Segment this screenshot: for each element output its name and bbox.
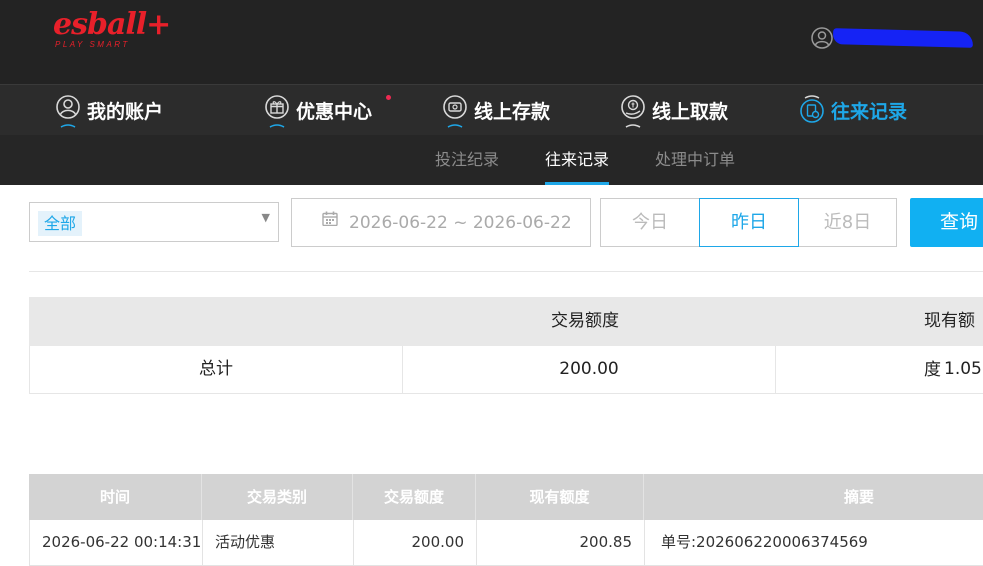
user-icon[interactable]	[811, 27, 833, 49]
gift-icon	[265, 94, 289, 128]
username-redacted[interactable]	[832, 26, 979, 52]
redaction-mark	[832, 28, 974, 48]
tab-transaction-records[interactable]: 往来记录	[545, 135, 610, 185]
main-nav: 我的账户 优惠中心 线上存款 线上取款 往来记录	[0, 84, 983, 135]
nav-item-withdraw[interactable]: 线上取款	[620, 85, 728, 136]
type-select-value: 全部	[38, 211, 83, 236]
summary-header: 交易额度 现有额度	[29, 297, 983, 380]
table-row: 2026-06-22 00:14:31 活动优惠 200.00 200.85 单…	[29, 520, 983, 566]
nav-item-label: 线上存款	[474, 101, 551, 123]
tab-pending-orders[interactable]: 处理中订单	[655, 135, 735, 185]
tab-bet-records[interactable]: 投注纪录	[435, 135, 499, 185]
transactions-header: 时间 交易类别 交易额度 现有额度 摘要	[29, 474, 983, 520]
nav-item-label: 线上取款	[652, 101, 729, 123]
summary-total-amount: 200.00	[403, 346, 776, 393]
cell-balance: 200.85	[477, 520, 645, 565]
deposit-icon	[443, 94, 467, 128]
user-icon	[56, 94, 80, 128]
caret-down-icon: ▼	[261, 211, 270, 224]
cell-type: 活动优惠	[203, 520, 354, 565]
summary-total-label: 总计	[30, 346, 403, 393]
column-header-balance: 现有额度	[476, 474, 644, 520]
type-select[interactable]: 全部 ▼	[29, 202, 279, 242]
summary-total-balance: 1.05	[776, 346, 983, 393]
date-range-value: 2026-06-22 ~ 2026-06-22	[349, 213, 572, 233]
notification-badge	[386, 95, 391, 100]
summary-header-amount: 交易额度	[551, 311, 619, 331]
nav-item-label: 优惠中心	[296, 101, 373, 123]
range-last-8-days-button[interactable]: 近8日	[798, 198, 897, 247]
cell-amount: 200.00	[354, 520, 477, 565]
nav-item-deposit[interactable]: 线上存款	[442, 85, 550, 136]
calendar-icon	[322, 211, 338, 226]
sub-nav: 投注纪录 往来记录 处理中订单	[0, 135, 983, 185]
range-yesterday-button[interactable]: 昨日	[699, 198, 799, 247]
column-header-amount: 交易额度	[353, 474, 476, 520]
query-button[interactable]: 查询	[910, 198, 983, 247]
withdraw-icon	[621, 94, 645, 128]
column-header-summary: 摘要	[843, 488, 874, 506]
nav-item-my-account[interactable]: 我的账户	[55, 85, 163, 136]
summary-row: 总计 200.00 1.05	[29, 346, 983, 394]
top-header: esball+ PLAY SMART	[0, 0, 983, 84]
range-today-button[interactable]: 今日	[600, 198, 700, 247]
nav-item-label: 我的账户	[87, 101, 164, 123]
column-header-time: 时间	[29, 474, 202, 520]
nav-item-label: 往来记录	[831, 101, 908, 123]
column-header-type: 交易类别	[202, 474, 353, 520]
cell-time: 2026-06-22 00:14:31	[30, 520, 203, 565]
logo-text: esball+	[53, 7, 171, 42]
records-icon	[800, 94, 824, 123]
nav-item-records[interactable]: 往来记录	[799, 85, 907, 136]
date-range-input[interactable]: 2026-06-22 ~ 2026-06-22	[291, 198, 591, 247]
cell-summary: 单号:202606220006374569	[661, 533, 868, 551]
logo[interactable]: esball+ PLAY SMART	[53, 7, 171, 50]
divider	[29, 271, 983, 272]
nav-item-promotions[interactable]: 优惠中心	[264, 85, 391, 136]
